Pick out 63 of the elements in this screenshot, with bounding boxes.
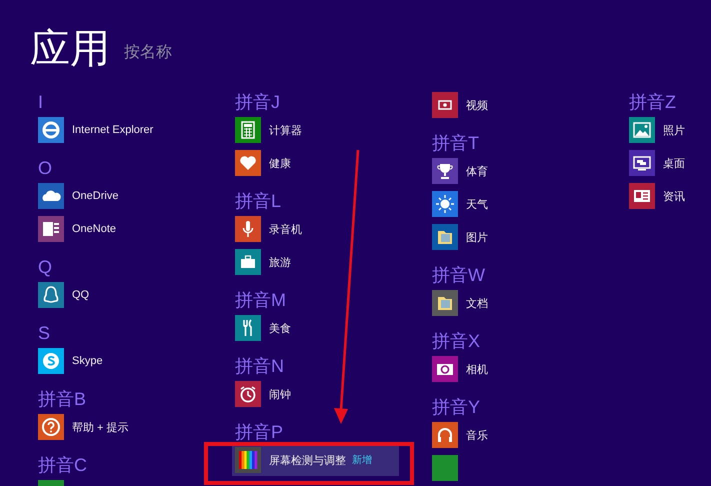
headphones-icon[interactable] [432,422,458,448]
suitcase-icon[interactable] [235,249,261,275]
app-item[interactable]: 视频 [432,92,496,118]
notebook-icon[interactable] [38,216,64,242]
group-header[interactable]: O [38,158,52,178]
group-header[interactable]: 拼音C [38,455,87,475]
cloud-icon[interactable] [38,183,64,209]
group-header[interactable]: 拼音Y [432,397,480,417]
app-item[interactable]: Internet Explorer [38,117,162,143]
page-title: 应用 [30,26,110,72]
app-item[interactable]: 照片 [629,117,693,143]
camera-icon[interactable] [432,356,458,382]
group-header[interactable]: 拼音Z [629,92,676,112]
group-header[interactable]: 拼音T [432,133,479,153]
group-header[interactable]: 拼音M [235,290,286,310]
calculator-icon[interactable] [235,117,261,143]
group-header[interactable]: 拼音L [235,191,282,211]
app-item[interactable]: 体育 [432,158,496,184]
rainbow-stripes-icon[interactable] [235,447,261,473]
app-item[interactable]: 录音机 [235,216,310,242]
group-header[interactable]: 拼音P [235,422,284,442]
app-item[interactable]: 文档 [432,290,496,316]
microphone-icon[interactable] [235,216,261,242]
folder-icon[interactable] [432,224,458,250]
group-header[interactable]: Q [38,257,52,277]
app-item[interactable]: 音乐 [432,422,496,448]
group-header[interactable]: 拼音W [432,265,485,285]
app-tile[interactable] [432,455,458,481]
app-item[interactable]: 桌面 [629,150,693,176]
alarm-clock-icon[interactable] [235,381,261,407]
app-item[interactable]: 天气 [432,191,496,217]
app-item[interactable]: QQ [38,282,98,308]
landscape-icon[interactable] [629,117,655,143]
group-header[interactable]: 拼音N [235,356,284,376]
group-header[interactable]: 拼音B [38,389,86,409]
app-item[interactable]: 旅游 [235,249,299,275]
app-item[interactable]: OneNote [38,216,124,242]
monitor-icon[interactable] [629,150,655,176]
app-item[interactable]: 相机 [432,356,496,382]
highlighted-app-item[interactable]: 屏幕检测与调整 新增 [232,444,399,476]
app-item[interactable]: 健康 [235,150,299,176]
group-header[interactable]: I [38,92,44,112]
group-header[interactable]: S [38,323,50,343]
app-item[interactable]: 闹钟 [235,381,299,407]
folder-icon[interactable] [432,290,458,316]
app-item[interactable]: 图片 [432,224,496,250]
app-item[interactable]: 资讯 [629,183,693,209]
app-item[interactable]: OneDrive [38,183,126,209]
question-icon[interactable] [38,414,64,440]
penguin-icon[interactable] [38,282,64,308]
sun-icon[interactable] [432,191,458,217]
group-header[interactable]: 拼音J [235,92,280,112]
app-item[interactable]: Skype [38,348,111,374]
app-item[interactable]: 计算器 [235,117,310,143]
chat-bubble-icon[interactable] [38,348,64,374]
cutlery-icon[interactable] [235,315,261,341]
group-header[interactable]: 拼音X [432,331,480,351]
newspaper-icon[interactable] [629,183,655,209]
app-item[interactable]: 美食 [235,315,299,341]
sort-label[interactable]: 按名称 [124,42,172,63]
trophy-icon[interactable] [432,158,458,184]
app-item[interactable]: 帮助 + 提示 [38,414,137,440]
video-icon[interactable] [432,92,458,118]
